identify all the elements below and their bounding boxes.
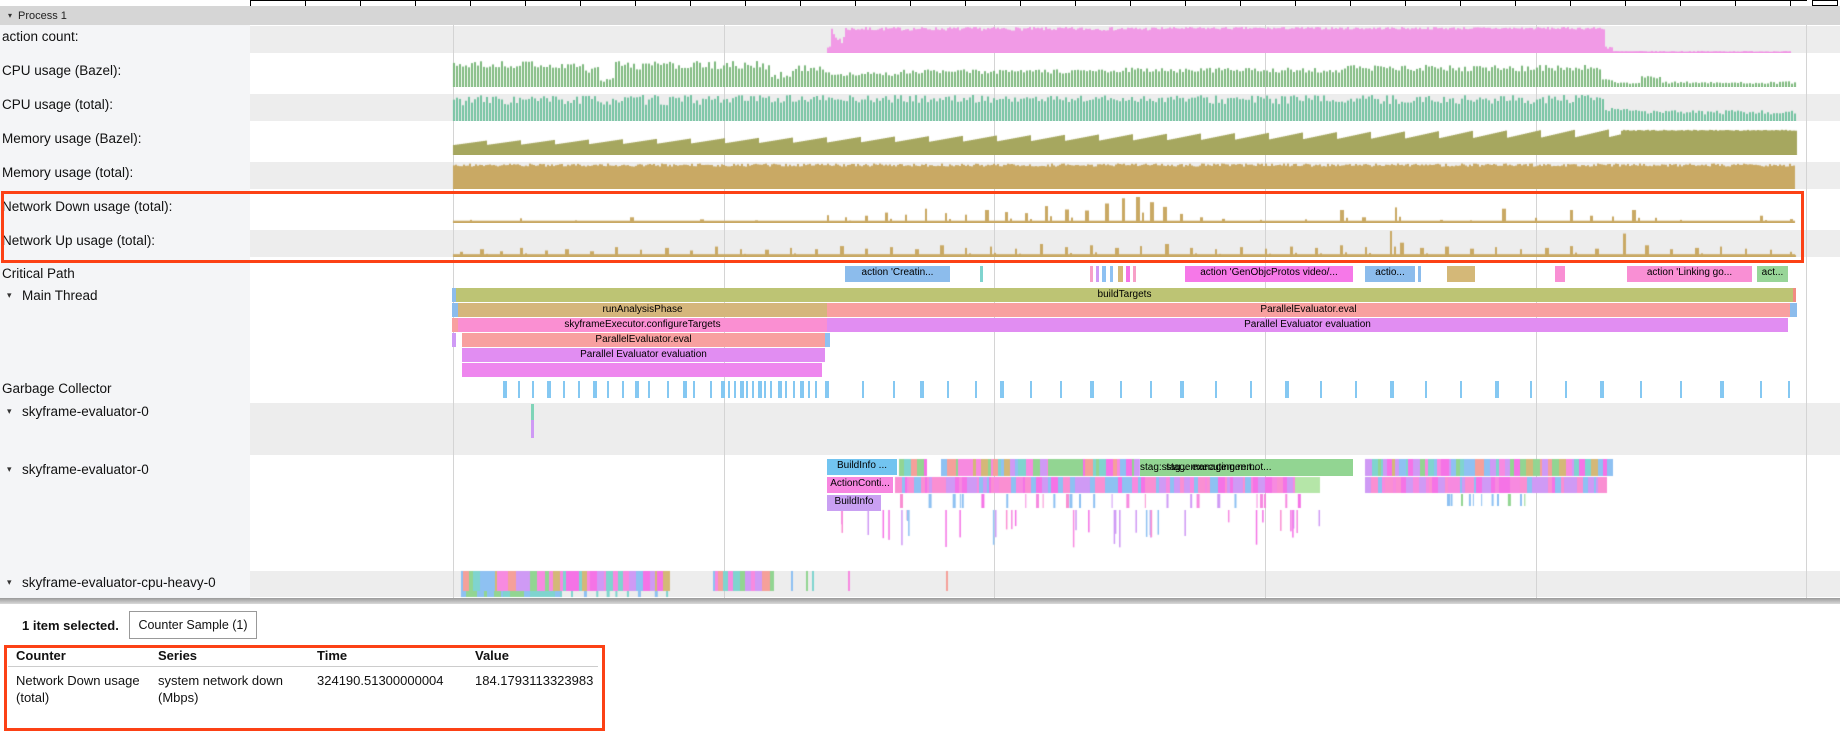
evaluator2-slice[interactable]: BuildInfo ... (827, 459, 897, 475)
overlapping-slice-label: executing.remot... (1192, 461, 1271, 475)
timeline-track-area[interactable]: action 'Creatin...action 'GenObjcProtos … (250, 25, 1840, 598)
process-label: Process 1 (18, 10, 67, 22)
collapse-triangle-icon[interactable]: ▾ (7, 464, 12, 475)
network-tracks-highlight-box (1, 191, 1804, 263)
tab-counter-sample[interactable]: Counter Sample (1) (129, 611, 257, 639)
collapse-triangle-icon[interactable]: ▾ (8, 6, 12, 25)
selection-status: 1 item selected. (22, 618, 119, 633)
track-label-mem-bazel[interactable]: Memory usage (Bazel): (2, 131, 142, 146)
trace-viewer: ▾ Process 1 action count: CPU usage (Baze… (0, 0, 1840, 742)
process-group-header[interactable]: ▾ Process 1 (0, 6, 1840, 26)
counter-sample-table-highlight-box (4, 645, 605, 731)
slice-field-canvas[interactable] (250, 25, 1840, 598)
evaluator2-slice[interactable]: ActionConti... (827, 477, 893, 493)
track-label-evaluator-1[interactable]: skyframe-evaluator-0 (22, 404, 149, 419)
track-label-cpu-total[interactable]: CPU usage (total): (2, 97, 113, 112)
track-label-evaluator-2[interactable]: skyframe-evaluator-0 (22, 462, 149, 477)
track-label-critical-path[interactable]: Critical Path (2, 266, 75, 281)
evaluator2-green-slice[interactable]: stag:stag...stagemanagemen:t...executing… (1140, 459, 1353, 476)
track-label-gc[interactable]: Garbage Collector (2, 381, 112, 396)
track-label-cpu-bazel[interactable]: CPU usage (Bazel): (2, 63, 121, 78)
collapse-triangle-icon[interactable]: ▾ (7, 406, 12, 417)
track-label-action-count[interactable]: action count: (2, 29, 79, 44)
collapse-triangle-icon[interactable]: ▾ (7, 290, 12, 301)
track-name-sidebar: action count: CPU usage (Bazel): CPU usa… (0, 25, 251, 598)
track-label-cpu-heavy[interactable]: skyframe-evaluator-cpu-heavy-0 (22, 575, 216, 590)
track-label-mem-total[interactable]: Memory usage (total): (2, 165, 133, 180)
evaluator2-slice[interactable]: BuildInfo (827, 495, 881, 511)
track-label-main-thread[interactable]: Main Thread (22, 288, 98, 303)
collapse-triangle-icon[interactable]: ▾ (7, 577, 12, 588)
